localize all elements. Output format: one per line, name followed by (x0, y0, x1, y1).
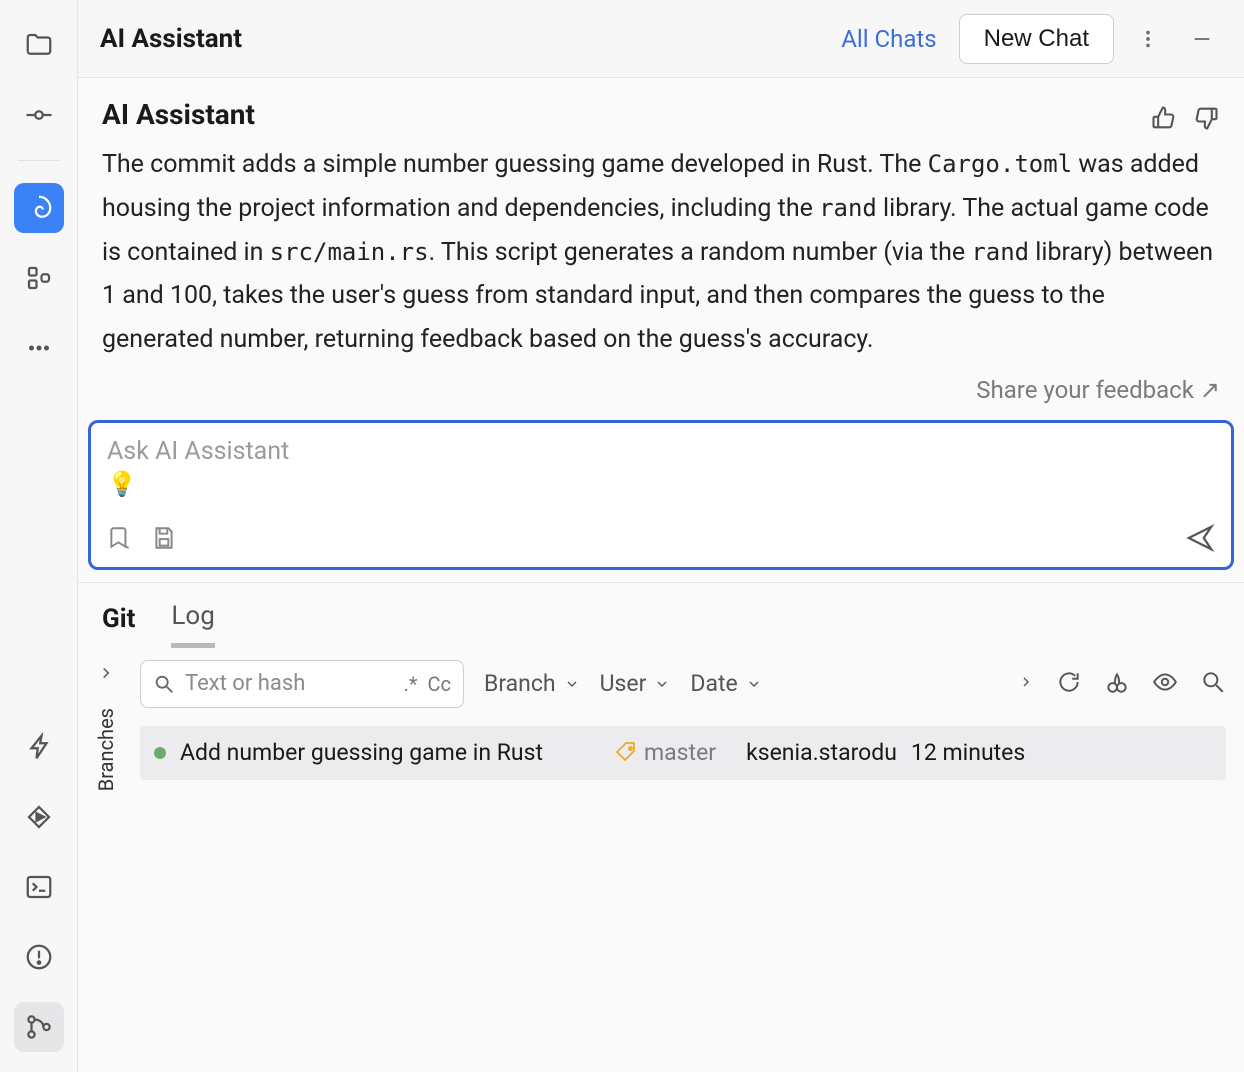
share-feedback-label: Share your feedback (976, 376, 1194, 404)
search-icon[interactable] (1200, 669, 1226, 699)
left-toolstrip (0, 0, 78, 1072)
filter-branch-label: Branch (484, 670, 556, 697)
chat-body: AI Assistant The commit adds a simple nu… (78, 78, 1244, 414)
tag-icon (614, 741, 638, 765)
regex-toggle[interactable]: .* (404, 672, 418, 696)
branch-name: master (644, 739, 716, 766)
folder-icon[interactable] (14, 20, 64, 70)
filter-user-label: User (600, 670, 647, 697)
log-search-placeholder: Text or hash (185, 671, 394, 696)
code-rand: rand (819, 194, 877, 222)
ai-assistant-icon[interactable] (14, 183, 64, 233)
log-filter-row: Text or hash .* Cc Branch User (140, 660, 1226, 708)
chat-input-placeholder: Ask AI Assistant (107, 437, 1215, 466)
chevron-right-icon[interactable] (1018, 674, 1034, 694)
filter-date[interactable]: Date (690, 670, 761, 697)
new-chat-button[interactable]: New Chat (959, 14, 1114, 64)
bulb-icon[interactable]: 💡 (107, 470, 1215, 498)
chevron-down-icon (654, 676, 670, 692)
thumbs-up-icon[interactable] (1150, 104, 1178, 136)
send-icon[interactable] (1185, 523, 1215, 557)
chat-input[interactable]: Ask AI Assistant 💡 (88, 420, 1234, 570)
commit-icon[interactable] (14, 90, 64, 140)
case-toggle[interactable]: Cc (428, 672, 452, 696)
code-rand-2: rand (971, 238, 1029, 266)
bookmark-icon[interactable] (107, 525, 133, 555)
git-tabs: Git Log (78, 583, 1244, 648)
log-search-input[interactable]: Text or hash .* Cc (140, 660, 464, 708)
tab-log[interactable]: Log (171, 601, 214, 648)
chat-header: AI Assistant All Chats New Chat (78, 0, 1244, 78)
terminal-icon[interactable] (14, 862, 64, 912)
refresh-icon[interactable] (1056, 669, 1082, 699)
filter-date-label: Date (690, 670, 737, 697)
panel-title: AI Assistant (100, 24, 242, 54)
arrow-ne-icon: ↗ (1200, 376, 1220, 404)
problems-icon[interactable] (14, 932, 64, 982)
kebab-icon[interactable] (1128, 19, 1168, 59)
branch-tag[interactable]: master (614, 739, 716, 766)
filter-branch[interactable]: Branch (484, 670, 580, 697)
filter-user[interactable]: User (600, 670, 671, 697)
branches-gutter: Branches (78, 648, 134, 1072)
tab-git[interactable]: Git (102, 604, 135, 648)
run-icon[interactable] (14, 792, 64, 842)
message-text: . This script generates a random number … (429, 238, 972, 267)
chevron-down-icon (564, 676, 580, 692)
share-feedback-link[interactable]: Share your feedback↗ (102, 376, 1220, 404)
message-text: The commit adds a simple number guessing… (102, 150, 928, 179)
branches-label[interactable]: Branches (94, 708, 118, 791)
save-icon[interactable] (151, 525, 177, 555)
chevron-down-icon (746, 676, 762, 692)
commit-row[interactable]: Add number guessing game in Rust master … (140, 726, 1226, 780)
all-chats-link[interactable]: All Chats (841, 25, 936, 53)
build-icon[interactable] (14, 722, 64, 772)
thumbs-down-icon[interactable] (1192, 104, 1220, 136)
message-sender: AI Assistant (102, 98, 1220, 131)
code-main-rs: src/main.rs (270, 238, 429, 266)
more-icon[interactable] (14, 323, 64, 373)
eye-icon[interactable] (1152, 669, 1178, 699)
git-panel: Git Log Branches Text or hash .* (78, 582, 1244, 1072)
structure-icon[interactable] (14, 253, 64, 303)
search-icon (153, 673, 175, 695)
git-icon[interactable] (14, 1002, 64, 1052)
chevron-right-icon[interactable] (97, 664, 115, 686)
cherry-pick-icon[interactable] (1104, 669, 1130, 699)
commit-dot-icon (154, 747, 166, 759)
commit-author: ksenia.starodu (746, 739, 897, 766)
minimize-icon[interactable] (1182, 19, 1222, 59)
commit-message: Add number guessing game in Rust (180, 739, 600, 766)
separator (18, 160, 60, 161)
commit-time: 12 minutes (911, 739, 1025, 766)
code-cargo-toml: Cargo.toml (928, 150, 1073, 178)
message-body: The commit adds a simple number guessing… (102, 143, 1220, 362)
